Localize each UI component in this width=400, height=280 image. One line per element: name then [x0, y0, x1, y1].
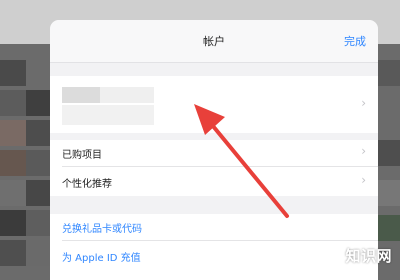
- watermark: 知识网: [345, 247, 392, 265]
- annotation-arrow-shaft: [206, 118, 289, 218]
- annotation-arrow-head: [194, 104, 225, 135]
- annotation-arrow-icon: [194, 104, 289, 218]
